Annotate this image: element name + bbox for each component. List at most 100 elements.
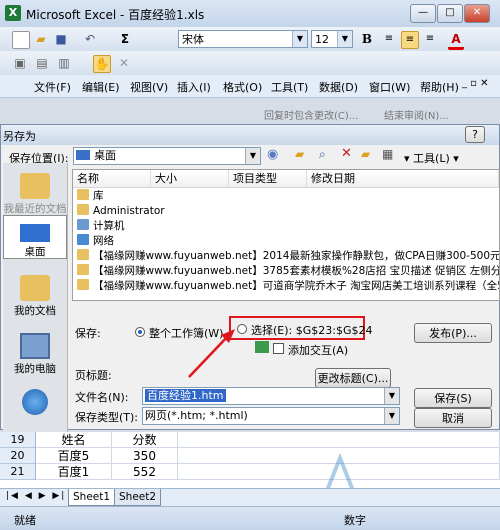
file-list-item[interactable]: 【福缘网赚www.fuyuanweb.net】3785套素材模板%28店招 宝贝…: [73, 264, 500, 279]
file-name: 【福缘网赚www.fuyuanweb.net】3785套素材模板%28店招 宝贝…: [93, 265, 500, 277]
place-recent-label: 我最近的文档: [3, 203, 67, 215]
menu-edit[interactable]: 编辑(E): [82, 79, 120, 95]
column-header-date[interactable]: 修改日期: [307, 170, 499, 188]
menu-help[interactable]: 帮助(H): [420, 79, 459, 95]
cell-name[interactable]: 百度5: [36, 448, 112, 464]
new-folder-icon[interactable]: ▰: [361, 147, 370, 161]
font-color-button[interactable]: A: [448, 31, 464, 50]
whole-workbook-radio[interactable]: [135, 327, 145, 337]
window-title: Microsoft Excel - 百度经验1.xls: [26, 8, 205, 22]
cell-score[interactable]: 552: [112, 464, 178, 480]
up-folder-icon[interactable]: ▰: [295, 147, 304, 161]
review-icon[interactable]: ▣: [12, 55, 28, 71]
selection-label: 选择(E): $G$23:$G$24: [251, 324, 373, 337]
file-list-item[interactable]: 计算机: [73, 219, 125, 234]
font-name-select[interactable]: 宋体 ▼: [178, 30, 308, 48]
file-list-item[interactable]: 库: [73, 189, 104, 204]
sheet-tab-bar: |◀ ◀ ▶ ▶| Sheet1 Sheet2: [0, 488, 500, 507]
place-computer[interactable]: 我的电脑: [3, 333, 67, 376]
dialog-help-button[interactable]: ?: [465, 126, 485, 143]
close-button[interactable]: ✕: [464, 4, 490, 23]
status-bar: 就绪 数字: [0, 506, 500, 530]
row-header[interactable]: 19: [0, 432, 36, 448]
align-center-icon[interactable]: ≡: [401, 31, 419, 49]
menu-data[interactable]: 数据(D): [319, 79, 358, 95]
menu-bar: 文件(F) 编辑(E) 视图(V) 插入(I) 格式(O) 工具(T) 数据(D…: [0, 75, 500, 98]
save-button[interactable]: 保存(S): [414, 388, 492, 408]
column-header-type[interactable]: 项目类型: [229, 170, 307, 188]
cell-score[interactable]: 350: [112, 448, 178, 464]
menu-file[interactable]: 文件(F): [34, 79, 71, 95]
track-icon[interactable]: ▥: [56, 55, 72, 71]
file-list-item[interactable]: 【福缘网赚www.fuyuanweb.net】2014最新独家操作静默包，做CP…: [73, 249, 500, 264]
tab-sheet2[interactable]: Sheet2: [114, 489, 162, 506]
comment-icon[interactable]: ▤: [34, 55, 50, 71]
publish-button[interactable]: 发布(P)...: [414, 323, 492, 343]
minimize-button[interactable]: —: [410, 4, 436, 23]
folder-icon: [77, 189, 89, 200]
tab-nav-arrows[interactable]: |◀ ◀ ▶ ▶|: [6, 491, 66, 501]
file-name: 【福缘网赚www.fuyuanweb.net】2014最新独家操作静默包，做CP…: [93, 250, 500, 262]
column-header-size[interactable]: 大小: [151, 170, 229, 188]
align-left-icon[interactable]: ≡: [381, 31, 397, 47]
new-file-icon[interactable]: [12, 31, 30, 49]
save-in-select[interactable]: 桌面 ▼: [73, 147, 261, 165]
views-icon[interactable]: ▦: [382, 147, 393, 161]
column-header-name[interactable]: 名称: [73, 170, 151, 188]
status-numlock: 数字: [344, 514, 366, 527]
align-right-icon[interactable]: ≡: [422, 31, 438, 47]
menu-view[interactable]: 视图(V): [130, 79, 168, 95]
bold-button[interactable]: B: [359, 31, 375, 47]
maximize-button[interactable]: □: [437, 4, 463, 23]
menu-format[interactable]: 格式(O): [223, 79, 262, 95]
undo-icon[interactable]: ↶: [82, 31, 98, 47]
place-recent[interactable]: 我最近的文档: [3, 173, 67, 216]
reject-icon[interactable]: ✕: [116, 55, 132, 71]
end-review[interactable]: 结束审阅(N)...: [384, 107, 449, 122]
file-list-item[interactable]: 网络: [73, 234, 114, 249]
delete-icon[interactable]: ✕: [341, 146, 352, 161]
filename-input[interactable]: 百度经验1.htm ▼: [142, 387, 400, 405]
chevron-down-icon: ▼: [384, 408, 399, 424]
file-list-item[interactable]: 【福缘网赚www.fuyuanweb.net】可道商学院乔木子 淘宝网店美工培训…: [73, 279, 499, 294]
save-scope-label: 保存:: [75, 327, 101, 340]
open-folder-icon[interactable]: ▰: [33, 31, 49, 47]
reply-with-changes[interactable]: 回复时包含更改(C)...: [264, 107, 358, 122]
menu-window[interactable]: 窗口(W): [369, 79, 410, 95]
cell-score[interactable]: 分数: [112, 432, 178, 448]
back-icon[interactable]: ◉: [267, 147, 278, 162]
dialog-title-bar: 另存为 ?: [1, 125, 499, 145]
filetype-select[interactable]: 网页(*.htm; *.html) ▼: [142, 407, 400, 425]
tab-sheet1[interactable]: Sheet1: [68, 489, 116, 506]
save-disk-icon[interactable]: ■: [53, 31, 69, 47]
row-header[interactable]: 20: [0, 448, 36, 464]
recent-folder-icon: [20, 173, 50, 199]
excel-title-bar: X Microsoft Excel - 百度经验1.xls — □ ✕: [0, 0, 500, 28]
cell-name[interactable]: 百度1: [36, 464, 112, 480]
place-documents[interactable]: 我的文档: [3, 275, 67, 318]
file-list-item[interactable]: Administrator: [73, 204, 165, 219]
hand-icon[interactable]: ✋: [93, 55, 111, 73]
doc-window-controls[interactable]: _ ▫ ✕: [462, 78, 489, 89]
menu-insert[interactable]: 插入(I): [177, 79, 211, 95]
cell-empty[interactable]: [178, 432, 500, 448]
change-title-button[interactable]: 更改标题(C)...: [315, 368, 391, 388]
folder-icon: [77, 279, 89, 290]
cell-name[interactable]: 姓名: [36, 432, 112, 448]
tools-menu[interactable]: ▾ 工具(L) ▾: [404, 150, 459, 166]
filetype-label: 保存类型(T):: [75, 411, 139, 424]
filename-label: 文件名(N):: [75, 391, 129, 404]
add-interaction-checkbox[interactable]: [273, 343, 284, 354]
autosum-icon[interactable]: Σ: [117, 31, 133, 47]
menu-tools[interactable]: 工具(T): [271, 79, 308, 95]
cancel-button[interactable]: 取消: [414, 408, 492, 428]
search-web-icon[interactable]: ⌕: [319, 147, 326, 162]
place-desktop-label: 桌面: [24, 246, 46, 258]
place-desktop[interactable]: 桌面: [3, 215, 67, 259]
place-network[interactable]: [3, 389, 67, 417]
chevron-down-icon: ▼: [245, 148, 260, 164]
font-size-select[interactable]: 12 ▼: [311, 30, 353, 48]
place-computer-label: 我的电脑: [14, 363, 56, 375]
tools-label: 工具(L): [413, 152, 450, 165]
row-header[interactable]: 21: [0, 464, 36, 480]
